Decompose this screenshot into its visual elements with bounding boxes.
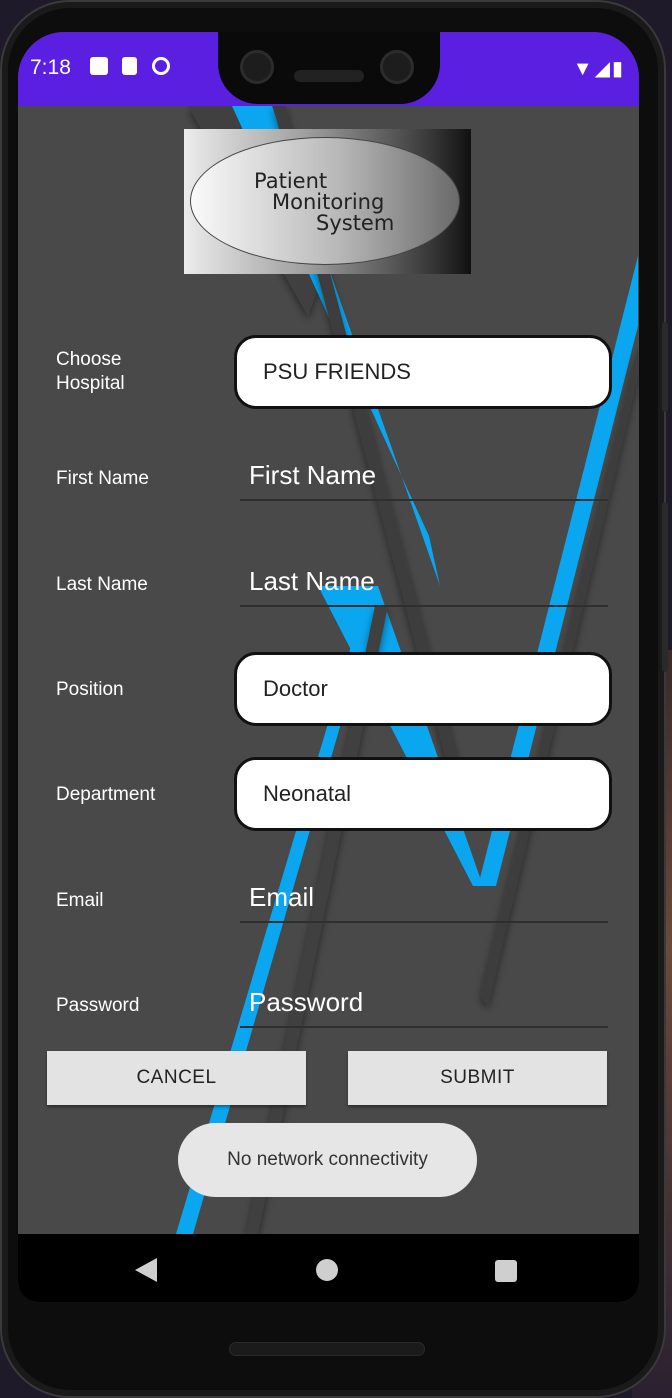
- home-icon[interactable]: [316, 1259, 338, 1281]
- navigation-bar: [18, 1234, 639, 1302]
- register-form-screen: Patient Monitoring System Choose Hospita…: [18, 106, 639, 1234]
- logo-line-2: Monitoring: [272, 190, 385, 214]
- battery-icon: ▮: [611, 58, 625, 80]
- first-name-label: First Name: [56, 468, 149, 489]
- system-icons: ▼◢▮: [573, 56, 625, 81]
- phone-frame: 7:18 ▼◢▮ Patient Monitoring System Choos…: [0, 0, 668, 1398]
- front-sensor-icon: [380, 50, 414, 84]
- data-saver-icon: [152, 57, 170, 75]
- position-label: Position: [56, 679, 124, 700]
- wifi-icon: ▼: [572, 58, 595, 80]
- last-name-label: Last Name: [56, 574, 148, 595]
- hospital-select[interactable]: PSU FRIENDS: [234, 335, 612, 409]
- department-label: Department: [56, 784, 156, 805]
- department-select-value: Neonatal: [263, 781, 352, 806]
- bottom-speaker: [229, 1342, 425, 1356]
- camera-notch: [218, 32, 440, 104]
- first-name-placeholder: First Name: [249, 460, 377, 490]
- email-placeholder: Email: [249, 882, 315, 912]
- email-label: Email: [56, 890, 104, 911]
- password-label: Password: [56, 995, 140, 1016]
- recents-icon[interactable]: [495, 1260, 517, 1282]
- sd-card-icon: [122, 57, 137, 75]
- power-button: [662, 322, 668, 412]
- position-select[interactable]: Doctor: [234, 652, 612, 726]
- last-name-input[interactable]: Last Name: [240, 561, 608, 607]
- hospital-label: Choose Hospital: [56, 348, 125, 396]
- earpiece-speaker: [294, 70, 364, 82]
- cancel-button[interactable]: CANCEL: [47, 1051, 306, 1105]
- volume-button: [662, 502, 668, 672]
- hospital-label-line-1: Choose: [56, 349, 122, 370]
- app-logo: Patient Monitoring System: [184, 129, 471, 274]
- hospital-select-value: PSU FRIENDS: [263, 359, 411, 384]
- last-name-placeholder: Last Name: [249, 566, 375, 596]
- password-placeholder: Password: [249, 987, 364, 1017]
- department-select[interactable]: Neonatal: [234, 757, 612, 831]
- email-input[interactable]: Email: [240, 877, 608, 923]
- front-camera-icon: [240, 50, 274, 84]
- back-icon[interactable]: [135, 1258, 157, 1282]
- first-name-input[interactable]: First Name: [240, 455, 608, 501]
- logo-text: Patient Monitoring System: [254, 171, 394, 234]
- screen: 7:18 ▼◢▮ Patient Monitoring System Choos…: [18, 32, 639, 1302]
- logo-line-1: Patient: [254, 169, 328, 193]
- a-text-icon: [90, 57, 108, 75]
- signal-icon: ◢: [594, 58, 612, 80]
- submit-button[interactable]: SUBMIT: [348, 1051, 607, 1105]
- toast-message: No network connectivity: [178, 1123, 477, 1197]
- password-input[interactable]: Password: [240, 982, 608, 1028]
- status-time: 7:18: [30, 56, 71, 79]
- logo-line-3: System: [316, 211, 395, 235]
- position-select-value: Doctor: [263, 676, 328, 701]
- hospital-label-line-2: Hospital: [56, 373, 125, 394]
